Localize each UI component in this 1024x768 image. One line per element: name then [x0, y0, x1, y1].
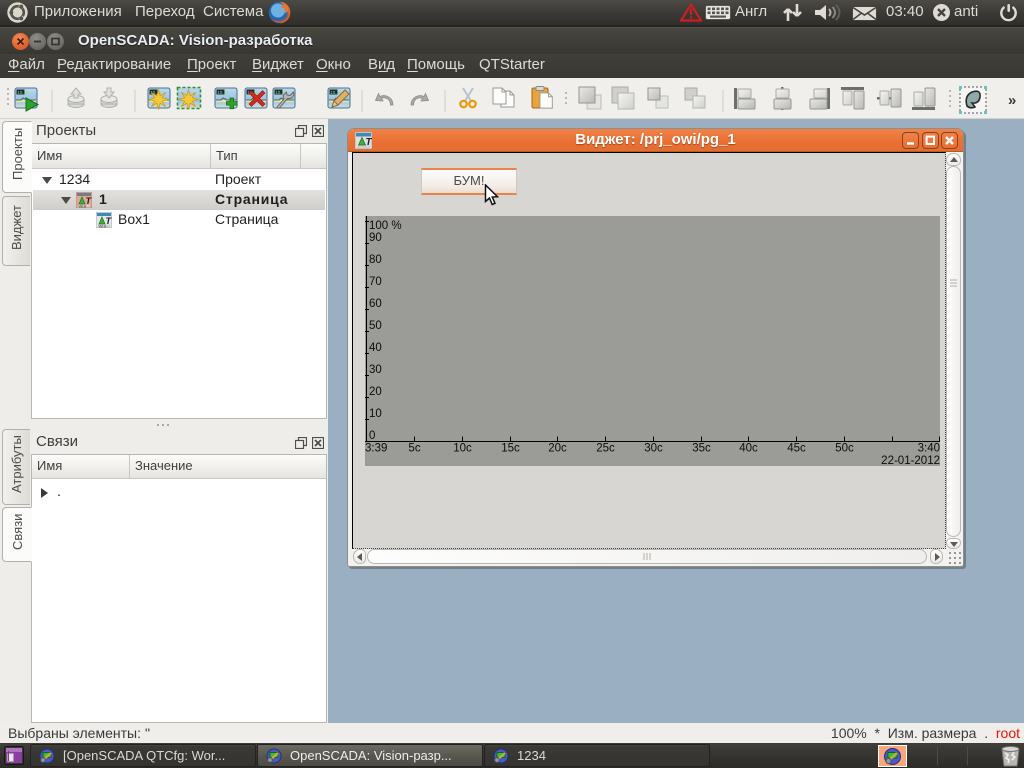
svg-text:35с: 35с: [692, 443, 711, 455]
svg-text:50с: 50с: [835, 443, 854, 455]
svg-text:100 %: 100 %: [369, 220, 402, 232]
svg-text:80: 80: [369, 254, 382, 266]
svg-text:20: 20: [369, 386, 382, 398]
svg-text:Val.el: Val.el: [79, 204, 87, 208]
svg-text:22-01-2012: 22-01-2012: [881, 455, 940, 466]
svg-text:25с: 25с: [596, 443, 615, 455]
svg-text:30с: 30с: [644, 443, 663, 455]
svg-text:45с: 45с: [787, 443, 806, 455]
svg-text:Val.el: Val.el: [99, 224, 107, 228]
svg-text:20с: 20с: [548, 443, 567, 455]
svg-text:3:40: 3:40: [918, 443, 940, 455]
svg-text:15с: 15с: [501, 443, 520, 455]
svg-text:10: 10: [369, 408, 382, 420]
svg-text:3:39: 3:39: [365, 443, 387, 455]
svg-text:50: 50: [369, 320, 382, 332]
svg-text:60: 60: [369, 298, 382, 310]
svg-text:»: »: [1008, 92, 1016, 109]
svg-text:5с: 5с: [408, 443, 420, 455]
svg-text:90: 90: [369, 232, 382, 244]
svg-text:40с: 40с: [739, 443, 758, 455]
svg-text:10с: 10с: [453, 443, 472, 455]
svg-text:70: 70: [369, 276, 382, 288]
svg-text:40: 40: [369, 342, 382, 354]
svg-text:0: 0: [369, 430, 375, 442]
svg-text:30: 30: [369, 364, 382, 376]
